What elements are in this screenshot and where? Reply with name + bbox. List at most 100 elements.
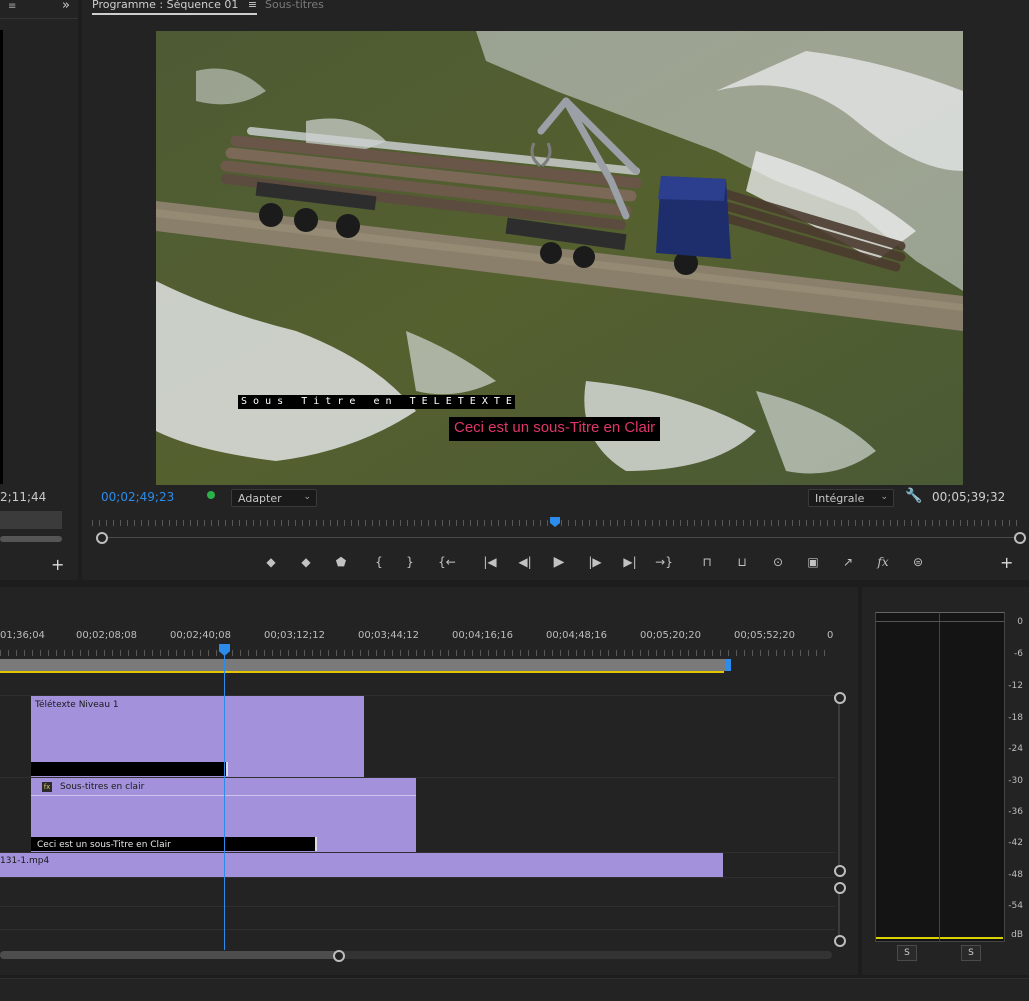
status-bar	[0, 978, 1029, 1001]
source-scrollbar[interactable]	[0, 511, 62, 529]
audio-meter-left	[875, 612, 941, 942]
ruler-label: 0	[827, 630, 834, 641]
clip-teletext-title: Télétexte Niveau 1	[35, 700, 119, 710]
tab-program[interactable]: Programme : Séquence 01 ≡	[92, 0, 258, 15]
db-label: dB	[1011, 930, 1023, 940]
wrench-icon[interactable]: 🔧	[905, 488, 922, 504]
work-area-bar[interactable]	[0, 659, 728, 671]
clip-video[interactable]	[0, 853, 723, 877]
export-frame-button[interactable]: ⊙	[769, 554, 787, 570]
db-label: -30	[1008, 776, 1023, 786]
video-tracks-scrollbar[interactable]	[838, 697, 840, 869]
program-video-frame[interactable]: S o u s T i t r e e n T E L E T E X T E …	[156, 31, 963, 485]
video-scroll-handle-top[interactable]	[834, 692, 846, 704]
step-back-edit-button[interactable]: |◀	[481, 554, 499, 570]
audio-meter-top-line	[875, 621, 1004, 622]
chevron-down-icon: ⌄	[303, 492, 311, 502]
db-label: -36	[1008, 807, 1023, 817]
fit-select[interactable]: Adapter ⌄	[231, 489, 317, 507]
share-button[interactable]: ↗	[839, 554, 857, 570]
marker-button[interactable]: ⬟	[332, 554, 350, 570]
ruler-label: 00;02;08;08	[76, 630, 138, 641]
source-timecode[interactable]: 2;11;44	[0, 490, 46, 504]
db-label: -6	[1014, 649, 1023, 659]
clip-video-name: 131-1.mp4	[0, 856, 50, 866]
ruler-label: 00;05;20;20	[640, 630, 702, 641]
clip-open-title: Sous-titres en clair	[60, 782, 145, 792]
timeline-playhead-line	[224, 655, 225, 950]
audio-scroll-handle-top[interactable]	[834, 882, 846, 894]
add-marker-button[interactable]: ◆	[262, 554, 280, 570]
ruler-label: 00;05;52;20	[734, 630, 796, 641]
db-label: -48	[1008, 870, 1023, 880]
caption-block-open[interactable]: Ceci est un sous-Titre en Clair	[31, 837, 317, 851]
audio-tracks-scrollbar[interactable]	[838, 887, 840, 939]
caption-block-teletext[interactable]	[31, 762, 228, 776]
chevron-down-icon: ⌄	[880, 492, 888, 502]
status-dot-icon	[207, 491, 215, 499]
timeline-scroll-handle[interactable]	[333, 950, 345, 962]
tab-program-label: Programme : Séquence 01	[92, 0, 239, 11]
plus-icon[interactable]: +	[51, 555, 64, 574]
db-label: 0	[1017, 617, 1023, 627]
lift-button[interactable]: ⊓	[698, 554, 716, 570]
go-to-in-button[interactable]: {←	[438, 554, 456, 570]
mark-in-button[interactable]: {	[370, 554, 388, 570]
caption-open: Ceci est un sous-Titre en Clair	[449, 417, 661, 441]
track-divider	[0, 929, 835, 930]
db-label: -24	[1008, 744, 1023, 754]
comparison-view-button[interactable]: ▣	[804, 554, 822, 570]
step-forward-edit-button[interactable]: ▶|	[621, 554, 639, 570]
track-divider	[0, 906, 835, 907]
ruler-label: 00;03;44;12	[358, 630, 420, 641]
resolution-select[interactable]: Intégrale ⌄	[808, 489, 894, 507]
zoom-handle-left[interactable]	[96, 532, 108, 544]
ruler-label: 00;03;12;12	[264, 630, 326, 641]
track-divider	[0, 877, 835, 878]
source-tab-menu-icon[interactable]: ≡	[8, 1, 16, 12]
double-chevron-right-icon[interactable]: »	[62, 0, 70, 13]
caption-block-open-text: Ceci est un sous-Titre en Clair	[37, 840, 171, 850]
hamburger-icon[interactable]: ≡	[248, 0, 257, 11]
audio-meter-right	[939, 612, 1005, 942]
solo-right-button[interactable]: S	[961, 945, 981, 961]
play-button[interactable]: ▶	[550, 554, 568, 570]
program-zoom-track[interactable]	[96, 537, 1021, 538]
db-label: -42	[1008, 838, 1023, 848]
go-to-marker-button[interactable]: ◆	[297, 554, 315, 570]
source-panel: ≡ » 2;11;44 +	[0, 0, 78, 580]
duration-timecode: 00;05;39;32	[932, 490, 1006, 504]
step-forward-frame-button[interactable]: |▶	[586, 554, 604, 570]
db-label: -12	[1008, 681, 1023, 691]
db-scale: 0 -6 -12 -18 -24 -30 -36 -42 -48 -54 dB	[1006, 614, 1029, 944]
solo-left-button[interactable]: S	[897, 945, 917, 961]
go-to-out-button[interactable]: →}	[655, 554, 673, 570]
source-monitor-frame	[0, 30, 3, 484]
fx-badge: fx	[42, 782, 52, 792]
mark-out-button[interactable]: }	[401, 554, 419, 570]
video-scroll-handle-bottom[interactable]	[834, 865, 846, 877]
audio-level-left	[876, 937, 939, 939]
db-label: -54	[1008, 901, 1023, 911]
tab-subtitles[interactable]: Sous-titres	[265, 0, 324, 11]
step-back-frame-button[interactable]: ◀|	[516, 554, 534, 570]
ruler-label: 01;36;04	[0, 630, 45, 641]
ruler-label: 00;04;16;16	[452, 630, 514, 641]
fit-select-value: Adapter	[238, 492, 282, 505]
work-area-end-marker[interactable]	[725, 659, 731, 671]
ruler-label: 00;04;48;16	[546, 630, 608, 641]
zoom-handle-right[interactable]	[1014, 532, 1026, 544]
timeline-ruler-ticks[interactable]	[0, 650, 832, 656]
timeline-scroll-thumb[interactable]	[0, 951, 338, 959]
current-timecode[interactable]: 00;02;49;23	[101, 490, 174, 504]
db-label: -18	[1008, 713, 1023, 723]
ruler-label: 00;02;40;08	[170, 630, 232, 641]
vr-button[interactable]: ⊜	[909, 554, 927, 570]
resolution-select-value: Intégrale	[815, 492, 865, 505]
plus-icon[interactable]: +	[1000, 553, 1013, 572]
effects-button[interactable]: fx	[874, 554, 892, 570]
extract-button[interactable]: ⊔	[733, 554, 751, 570]
transport-bar: ◆ ◆ ⬟ { } {← |◀ ◀| ▶ |▶ ▶| →} ⊓ ⊔ ⊙ ▣ ↗ …	[260, 554, 940, 572]
audio-scroll-handle-bottom[interactable]	[834, 935, 846, 947]
source-zoom-bar[interactable]	[0, 536, 62, 542]
